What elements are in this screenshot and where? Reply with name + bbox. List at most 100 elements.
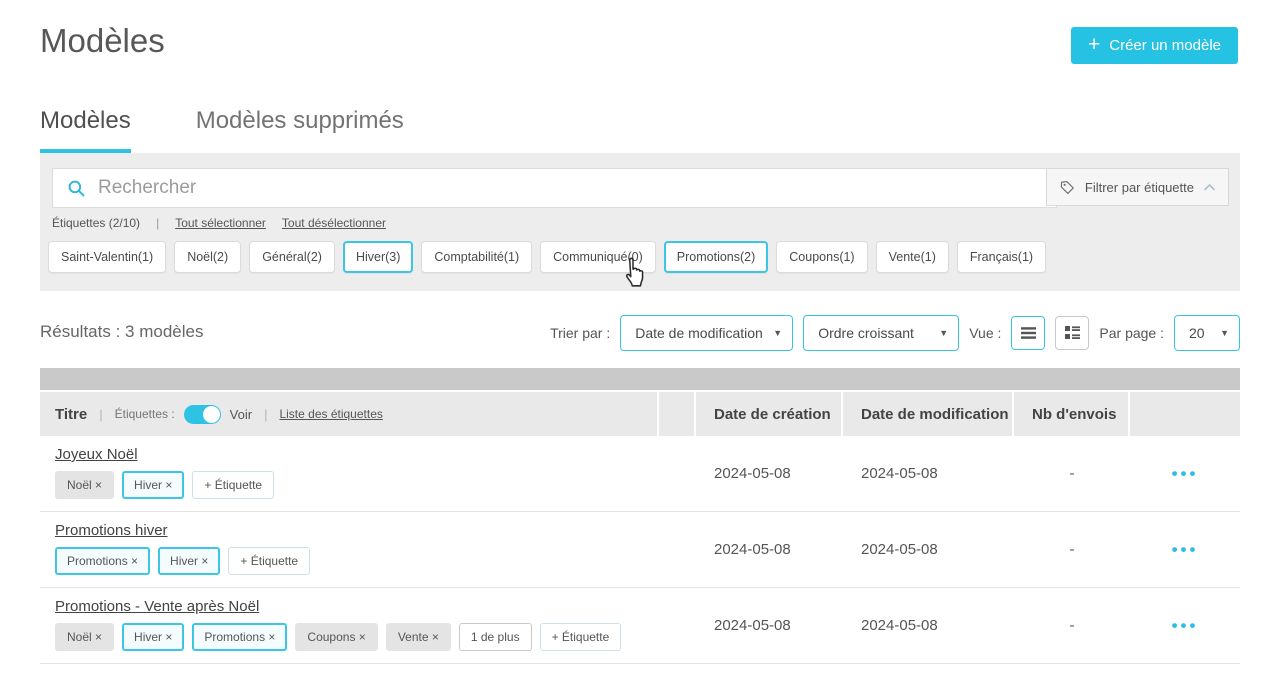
filter-tag-chips: Saint-Valentin(1)Noël(2)Général(2)Hiver(… <box>48 241 1046 273</box>
header-cell-actions <box>1130 392 1240 436</box>
row-tag-chip[interactable]: Promotions × <box>55 547 150 575</box>
table-row: Joyeux Noël Noël × Hiver × + Étiquette 2024-… <box>40 436 1240 512</box>
results-count: Résultats : 3 modèles <box>40 322 203 342</box>
tab-bar: Modèles Modèles supprimés <box>40 107 404 153</box>
add-tag-button[interactable]: + Étiquette <box>540 623 622 651</box>
list-view-icon <box>1020 326 1037 340</box>
show-tags-toggle[interactable] <box>184 405 221 424</box>
row-sends-value: - <box>1070 465 1075 482</box>
header-cell-created: Date de création <box>696 392 843 436</box>
row-sends-cell: - <box>1014 512 1130 587</box>
card-view-button[interactable] <box>1055 316 1089 350</box>
filter-tag-chip[interactable]: Communiqué(0) <box>540 241 656 273</box>
list-controls: Trier par : Date de modification ▼ Ordre… <box>550 314 1240 351</box>
view-label: Vue : <box>969 325 1001 341</box>
filter-tag-chip[interactable]: Comptabilité(1) <box>421 241 532 273</box>
row-modified-date-cell: 2024-05-08 <box>843 436 1014 511</box>
row-tag-chip[interactable]: Hiver × <box>158 547 220 575</box>
template-title-link[interactable]: Joyeux Noël <box>55 446 138 463</box>
template-title-link[interactable]: Promotions - Vente après Noël <box>55 598 259 615</box>
row-created-date: 2024-05-08 <box>714 541 791 558</box>
add-tag-button[interactable]: + Étiquette <box>192 471 274 499</box>
row-title-cell: Promotions hiver Promotions × Hiver × + Éti… <box>40 512 659 587</box>
row-title-cell: Promotions - Vente après Noël Noël × Hiver… <box>40 588 659 663</box>
filter-by-tag-button[interactable]: Filtrer par étiquette <box>1046 168 1229 206</box>
row-title-cell: Joyeux Noël Noël × Hiver × + Étiquette <box>40 436 659 511</box>
row-spacer-cell <box>659 512 696 587</box>
tag-filter-links: Étiquettes (2/10) | Tout sélectionner To… <box>52 216 386 230</box>
row-tags: Noël × Hiver × + Étiquette <box>55 471 659 499</box>
row-menu-button[interactable]: ••• <box>1172 464 1199 484</box>
filter-tag-chip[interactable]: Saint-Valentin(1) <box>48 241 166 273</box>
row-sends-value: - <box>1070 541 1075 558</box>
header-cell-modified: Date de modification <box>843 392 1014 436</box>
row-created-date-cell: 2024-05-08 <box>696 436 843 511</box>
row-spacer-cell <box>659 588 696 663</box>
deselect-all-link[interactable]: Tout désélectionner <box>282 216 386 230</box>
filter-tag-chip[interactable]: Noël(2) <box>174 241 241 273</box>
search-input[interactable] <box>96 176 1056 200</box>
row-actions-cell: ••• <box>1130 512 1240 587</box>
row-tag-chip[interactable]: Coupons × <box>295 623 377 651</box>
toggle-knob <box>203 406 220 423</box>
per-page-label: Par page : <box>1099 325 1164 341</box>
row-tags: Noël × Hiver × Promotions × Coupons × Vente … <box>55 623 659 651</box>
title-column-header: Titre <box>55 406 87 423</box>
sort-select-value: Date de modification <box>635 325 763 341</box>
row-created-date-cell: 2024-05-08 <box>696 512 843 587</box>
row-modified-date: 2024-05-08 <box>861 541 938 558</box>
row-sends-value: - <box>1070 617 1075 634</box>
created-column-header: Date de création <box>714 406 831 423</box>
row-tag-chip[interactable]: Noël × <box>55 471 114 499</box>
more-tags-chip[interactable]: 1 de plus <box>459 623 532 651</box>
filter-tag-chip[interactable]: Coupons(1) <box>776 241 867 273</box>
filter-tag-chip[interactable]: Vente(1) <box>876 241 949 273</box>
results-toolbar: Résultats : 3 modèles Trier par : Date d… <box>40 314 1240 351</box>
tab-deleted-models[interactable]: Modèles supprimés <box>196 107 404 153</box>
row-actions-cell: ••• <box>1130 588 1240 663</box>
template-title-link[interactable]: Promotions hiver <box>55 522 168 539</box>
per-page-select[interactable]: 20 ▼ <box>1174 315 1240 351</box>
tags-summary: Étiquettes (2/10) <box>52 216 140 230</box>
page-title: Modèles <box>40 22 165 60</box>
filter-tag-chip[interactable]: Promotions(2) <box>664 241 769 273</box>
filter-tag-chip[interactable]: Français(1) <box>957 241 1046 273</box>
row-modified-date-cell: 2024-05-08 <box>843 588 1014 663</box>
table-row: Promotions - Vente après Noël Noël × Hiver… <box>40 588 1240 664</box>
row-sends-cell: - <box>1014 588 1130 663</box>
filter-tag-chip[interactable]: Hiver(3) <box>343 241 413 273</box>
sends-column-header: Nb d'envois <box>1032 406 1116 423</box>
table-top-strip <box>40 368 1240 390</box>
filter-tag-chip[interactable]: Général(2) <box>249 241 335 273</box>
card-view-icon <box>1064 325 1081 340</box>
row-spacer-cell <box>659 436 696 511</box>
sort-select[interactable]: Date de modification ▼ <box>620 315 793 351</box>
row-tag-chip[interactable]: Noël × <box>55 623 114 651</box>
row-menu-button[interactable]: ••• <box>1172 540 1199 560</box>
create-model-button[interactable]: + Créer un modèle <box>1071 27 1238 64</box>
select-all-link[interactable]: Tout sélectionner <box>175 216 266 230</box>
separator: | <box>264 407 267 422</box>
row-tag-chip[interactable]: Promotions × <box>192 623 287 651</box>
table-body: Joyeux Noël Noël × Hiver × + Étiquette 2024-… <box>40 436 1240 664</box>
row-tags: Promotions × Hiver × + Étiquette <box>55 547 659 575</box>
tag-list-link[interactable]: Liste des étiquettes <box>279 407 382 421</box>
separator: | <box>156 216 159 230</box>
add-tag-button[interactable]: + Étiquette <box>228 547 310 575</box>
templates-table: Titre | Étiquettes : Voir | Liste des ét… <box>40 368 1240 664</box>
tab-models[interactable]: Modèles <box>40 107 131 153</box>
header-cell-title: Titre | Étiquettes : Voir | Liste des ét… <box>40 392 659 436</box>
order-select-value: Ordre croissant <box>818 325 914 341</box>
row-menu-button[interactable]: ••• <box>1172 616 1199 636</box>
row-tag-chip[interactable]: Hiver × <box>122 471 184 499</box>
tags-toggle-label: Étiquettes : <box>115 407 175 421</box>
row-created-date: 2024-05-08 <box>714 617 791 634</box>
row-tag-chip[interactable]: Vente × <box>386 623 451 651</box>
plus-icon: + <box>1088 34 1100 55</box>
dropdown-arrow-icon: ▼ <box>939 328 948 338</box>
list-view-button[interactable] <box>1011 316 1045 350</box>
row-tag-chip[interactable]: Hiver × <box>122 623 184 651</box>
tag-icon <box>1059 179 1076 196</box>
order-select[interactable]: Ordre croissant ▼ <box>803 315 959 351</box>
per-page-value: 20 <box>1189 325 1205 341</box>
